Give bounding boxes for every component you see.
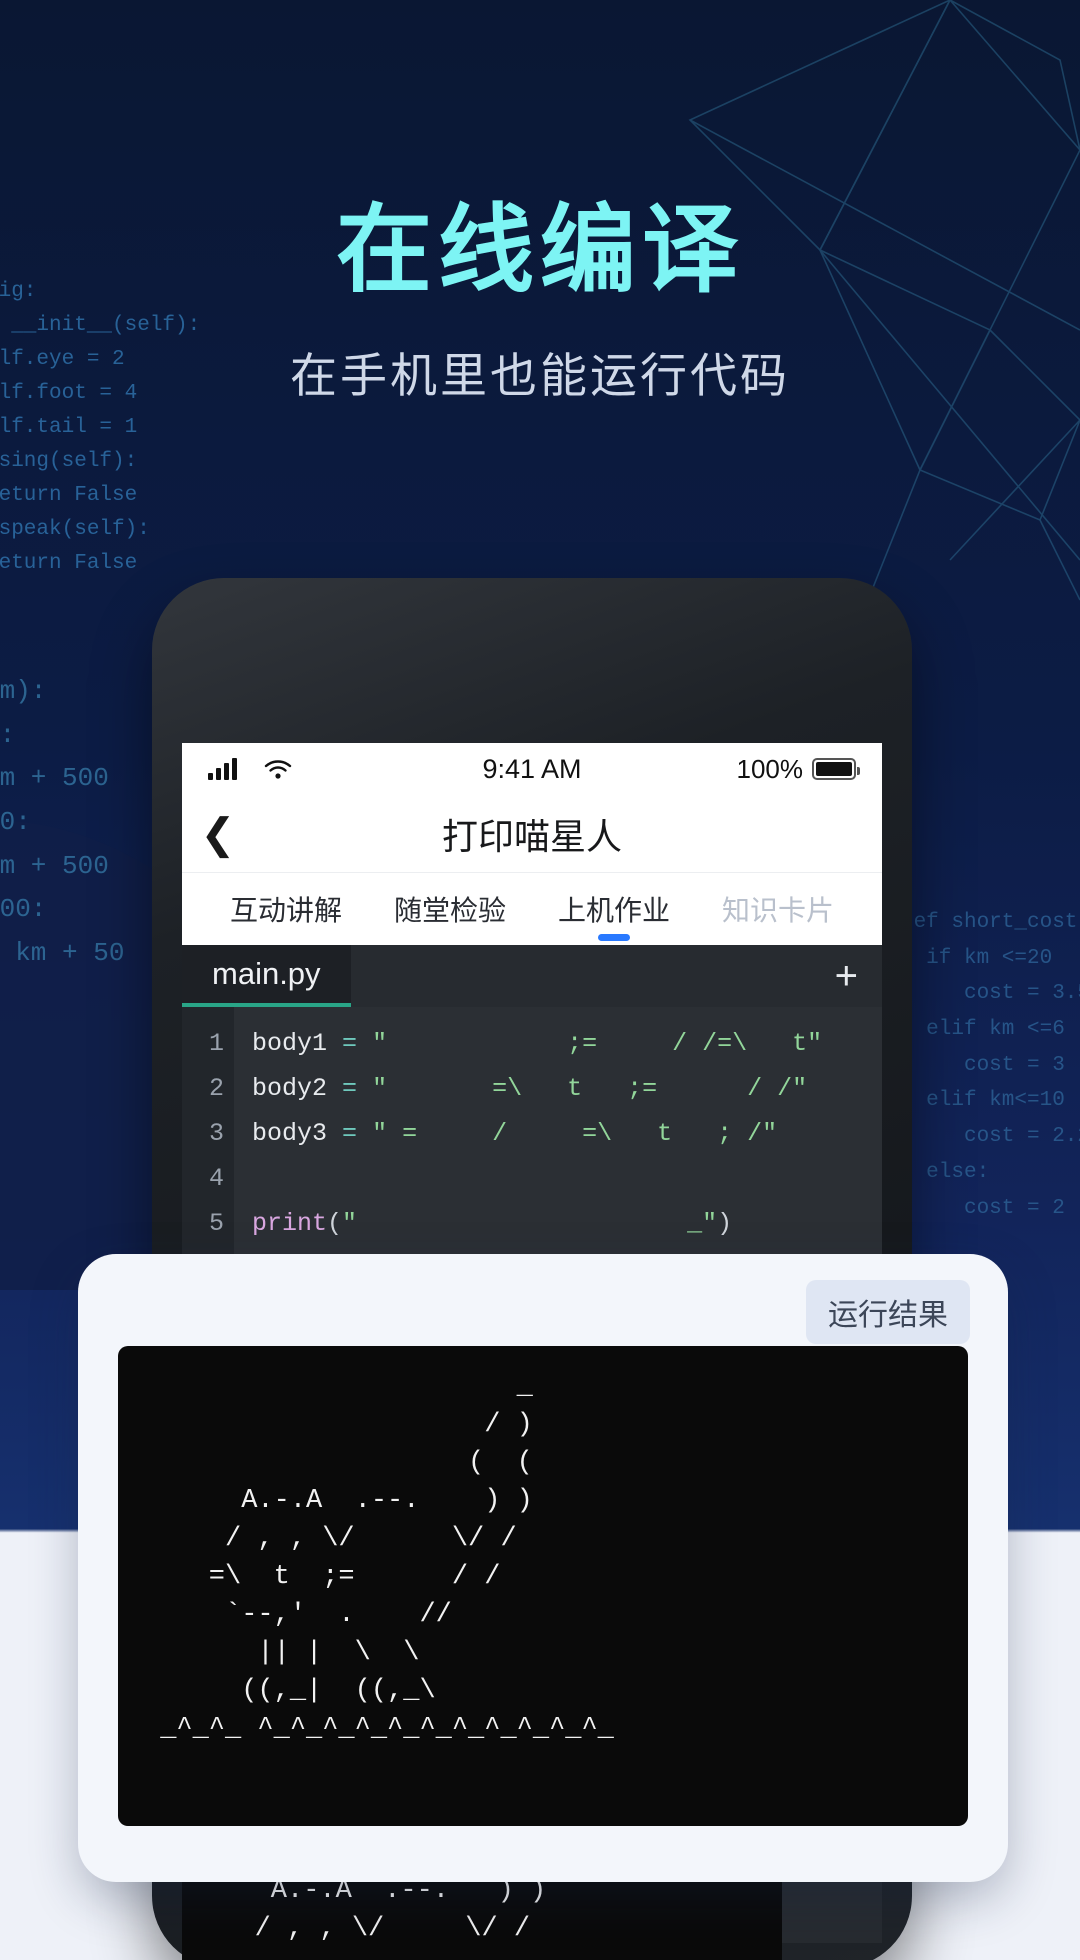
tab-knowledge-cards[interactable]: 知识卡片 [696,873,860,945]
ascii-art-output: _ / ) ( ( A.-.A .--. ) ) / , , \/ \/ / =… [160,1372,614,1744]
hero-section: 在线编译 在手机里也能运行代码 [0,172,1080,406]
line-number: 5 [208,1209,224,1238]
tab-label: 上机作业 [557,895,670,926]
status-bar: 9:41 AM 100% [182,743,882,795]
tab-quiz[interactable]: 随堂检验 [368,873,532,945]
page-subtitle: 在手机里也能运行代码 [290,349,790,402]
run-result-badge: 运行结果 [806,1280,970,1344]
page-title: 在线编译 [336,197,744,304]
run-result-card: 运行结果 _ / ) ( ( A.-.A .--. ) ) / , , \/ \… [78,1254,1008,1882]
line-number: 1 [208,1029,224,1058]
code-line: body1 = " ;= / /=\ t" [252,1029,823,1058]
tab-label: 互动讲解 [229,895,342,926]
nav-title: 打印喵星人 [441,815,622,857]
tab-interactive-lecture[interactable]: 互动讲解 [204,873,368,945]
line-number: 4 [208,1164,224,1193]
code-line: body3 = " = / =\ t ; /" [252,1119,778,1148]
tab-coding-assignment[interactable]: 上机作业 [532,873,696,945]
editor-file-tab-label: main.py [212,956,321,991]
battery-full-icon [812,758,860,780]
tab-bar: 互动讲解 随堂检验 上机作业 知识卡片 [182,873,882,945]
status-bar-time: 9:41 AM [482,753,582,784]
background-code-right: def short_cost if km <=20 cost = 3.5 eli… [900,911,1080,1220]
tab-label: 随堂检验 [393,895,506,926]
editor-tab-bar: main.py + [182,945,882,1007]
code-line: body2 = " =\ t ;= / /" [252,1074,808,1103]
background-console-output: A.-.A .--. ) ) / , , \/ \/ / [254,1876,547,1944]
tab-label: 知识卡片 [721,895,834,926]
line-number: 2 [208,1074,224,1103]
editor-file-tab-main-py[interactable]: main.py [182,945,351,1007]
active-tab-indicator [598,934,630,941]
console-output-panel: _ / ) ( ( A.-.A .--. ) ) / , , \/ \/ / =… [118,1346,968,1826]
line-number: 3 [208,1119,224,1148]
code-line: print(" _") [252,1209,733,1238]
navigation-bar: ❮ 打印喵星人 [182,795,882,873]
plus-icon[interactable]: + [835,954,858,999]
